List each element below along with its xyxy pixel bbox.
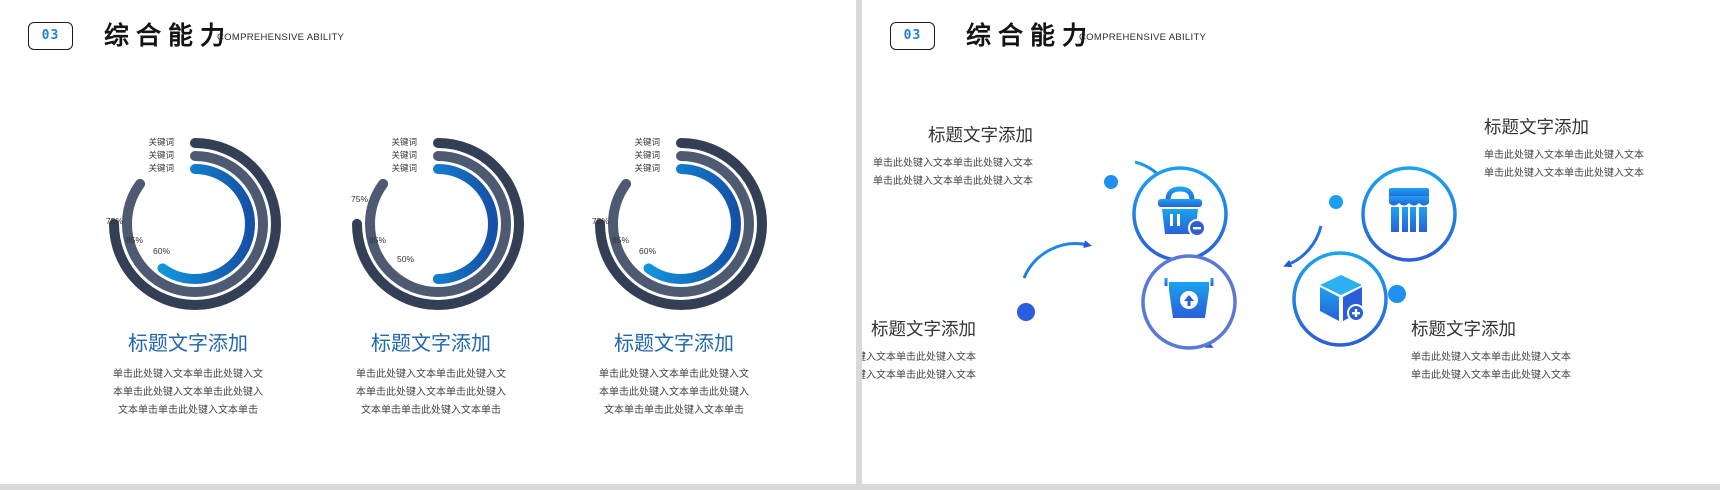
ring-2-keyword-3: 关键词 (391, 163, 417, 173)
ring-chart-1-svg: 关键词 关键词 关键词 75% 85% 60% (106, 137, 281, 310)
node-ring (1292, 251, 1388, 347)
flow-item-3-title: 标题文字添加 (871, 320, 976, 340)
section-title: 综合能力 (104, 21, 233, 50)
ring-2-title: 标题文字添加 (371, 331, 491, 355)
ring-chart-3-svg: 关键词 关键词 关键词 75% 85% 60% (592, 137, 767, 310)
ring-3-desc-line: 文本单击单击此处键入文本单击 (604, 405, 744, 416)
ring-1-desc-line: 本单击此处键入文本单击此处键入 (113, 387, 263, 398)
flow-arrow-2 (1022, 240, 1092, 279)
ring-3-keyword-3: 关键词 (634, 163, 660, 173)
ring-1-inner-value: 60% (153, 246, 170, 256)
decor-dot (1329, 195, 1343, 209)
ring-1-outer-value: 75% (106, 216, 123, 226)
ring-1-keyword-3: 关键词 (148, 163, 174, 173)
desc-line: 单击此处键入文本单击此处键入文本 (1411, 352, 1571, 363)
ring-3-outer-value: 75% (592, 216, 609, 226)
desc-line: 单击此处键入文本单击此处键入文本 (873, 158, 1033, 169)
flow-item-2-title: 标题文字添加 (1484, 118, 1589, 138)
flow-node-3 (1141, 254, 1237, 350)
ring-1-middle-arc (122, 151, 268, 297)
decor-dot (1017, 303, 1035, 321)
ring-3-desc-line: 单击此处键入文本单击此处键入文 (599, 369, 749, 380)
ring-3-keyword-1: 关键词 (634, 137, 660, 147)
slide-flow: 03 综合能力 COMPREHENSIVE ABILITY 标题文字添加 单击此… (862, 0, 1720, 484)
flow-item-3-description: 单击此处键入文本单击此处键入文本 单击此处键入文本单击此处键入文本 (862, 349, 976, 385)
ring-1-title: 标题文字添加 (128, 331, 248, 355)
ring-chart-1: 关键词 关键词 关键词 75% 85% 60% (97, 120, 297, 320)
basket-upload-icon (1164, 278, 1214, 318)
ring-1-keyword-2: 关键词 (148, 150, 174, 160)
desc-line: 单击此处键入文本单击此处键入文本 (873, 176, 1033, 187)
ring-2-desc-line: 文本单击单击此处键入文本单击 (361, 405, 501, 416)
ring-2-inner-value: 50% (397, 254, 414, 264)
ring-3-inner-value: 60% (639, 246, 656, 256)
desc-line: 单击此处键入文本单击此处键入文本 (1484, 168, 1644, 179)
ring-1-middle-value: 85% (126, 235, 143, 245)
flow-node-1 (1132, 166, 1228, 262)
flow-item-2-description: 单击此处键入文本单击此处键入文本 单击此处键入文本单击此处键入文本 (1484, 147, 1644, 183)
flow-node-2 (1361, 166, 1457, 262)
ring-3-middle-value: 85% (612, 235, 629, 245)
desc-line: 单击此处键入文本单击此处键入文本 (1411, 370, 1571, 381)
desc-line: 单击此处键入文本单击此处键入文本 (1484, 150, 1644, 161)
decor-dot (1388, 285, 1406, 303)
ring-3-desc-line: 本单击此处键入文本单击此处键入 (599, 387, 749, 398)
ring-2-keyword-1: 关键词 (391, 137, 417, 147)
ring-1-desc-line: 文本单击单击此处键入文本单击 (118, 405, 258, 416)
ring-chart-3: 关键词 关键词 关键词 75% 85% 60% (583, 120, 783, 320)
ring-2-middle-arc (365, 151, 511, 297)
ring-3-description: 单击此处键入文本单击此处键入文 本单击此处键入文本单击此处键入 文本单击单击此处… (574, 366, 774, 420)
flow-item-1-title: 标题文字添加 (928, 126, 1033, 146)
flow-item-4-title: 标题文字添加 (1411, 320, 1516, 340)
ring-3-inner-arc (621, 164, 741, 284)
ring-1-description: 单击此处键入文本单击此处键入文 本单击此处键入文本单击此处键入 文本单击单击此处… (88, 366, 288, 420)
ring-2-desc-line: 本单击此处键入文本单击此处键入 (356, 387, 506, 398)
flow-item-1-description: 单击此处键入文本单击此处键入文本 单击此处键入文本单击此处键入文本 (873, 155, 1033, 191)
ring-2-description: 单击此处键入文本单击此处键入文 本单击此处键入文本单击此处键入 文本单击单击此处… (331, 366, 531, 420)
ring-2-outer-value: 75% (351, 194, 368, 204)
ring-2-keyword-2: 关键词 (391, 150, 417, 160)
node-ring (1361, 166, 1457, 262)
ring-2-desc-line: 单击此处键入文本单击此处键入文 (356, 369, 506, 380)
ring-chart-2: 关键词 关键词 关键词 75% 85% 50% (340, 120, 540, 320)
flow-node-4 (1292, 251, 1388, 347)
desc-line: 单击此处键入文本单击此处键入文本 (862, 352, 976, 363)
flow-diagram (1017, 160, 1457, 350)
section-badge: 03 (28, 22, 73, 50)
ring-1-desc-line: 单击此处键入文本单击此处键入文 (113, 369, 263, 380)
flow-item-4-description: 单击此处键入文本单击此处键入文本 单击此处键入文本单击此处键入文本 (1411, 349, 1571, 385)
ring-3-title: 标题文字添加 (614, 331, 734, 355)
ring-1-keyword-1: 关键词 (148, 137, 174, 147)
section-subtitle: COMPREHENSIVE ABILITY (217, 32, 345, 43)
desc-line: 单击此处键入文本单击此处键入文本 (862, 370, 976, 381)
ring-3-keyword-2: 关键词 (634, 150, 660, 160)
ring-2-middle-value: 85% (369, 235, 386, 245)
slide-rings: 03 综合能力 COMPREHENSIVE ABILITY 关键词 关键词 关键… (0, 0, 856, 484)
ring-1-inner-arc (135, 164, 255, 284)
decor-dot (1104, 175, 1118, 189)
ring-chart-2-svg: 关键词 关键词 关键词 75% 85% 50% (351, 137, 524, 310)
ring-3-middle-arc (608, 151, 754, 297)
